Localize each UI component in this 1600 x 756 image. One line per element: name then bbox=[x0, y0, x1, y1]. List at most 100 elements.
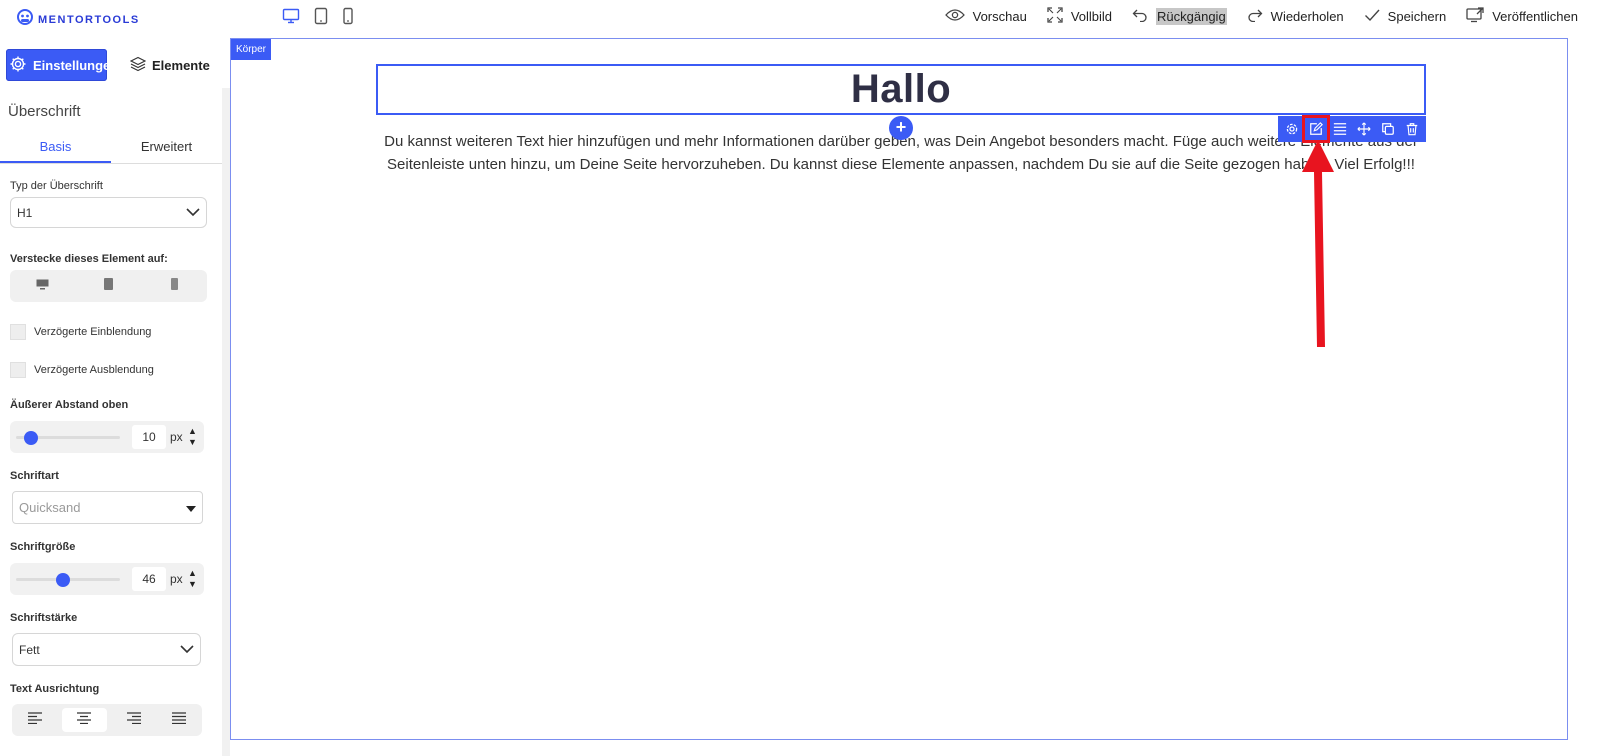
fullscreen-icon bbox=[1047, 7, 1063, 26]
sidebar-scrollbar[interactable] bbox=[222, 88, 230, 756]
align-left-icon bbox=[27, 711, 43, 729]
logo[interactable]: MENTORTOOLS bbox=[16, 8, 140, 31]
mobile-icon bbox=[170, 277, 178, 295]
align-justify-icon bbox=[171, 711, 187, 729]
align-right-button[interactable] bbox=[111, 708, 157, 732]
align-icon[interactable] bbox=[1329, 118, 1351, 140]
settings-label: Einstellungen bbox=[33, 57, 107, 73]
font-size-stepper[interactable]: ▲ ▼ bbox=[188, 568, 197, 590]
tab-basis[interactable]: Basis bbox=[0, 134, 111, 163]
check-icon bbox=[1364, 8, 1380, 25]
logo-icon bbox=[16, 8, 34, 31]
elements-button[interactable]: Elemente bbox=[129, 56, 210, 75]
undo-icon bbox=[1132, 8, 1148, 25]
annotation-arrow bbox=[1302, 140, 1334, 347]
settings-button[interactable]: Einstellungen bbox=[6, 49, 107, 81]
font-size-label: Schriftgröße bbox=[10, 541, 76, 553]
sidebar-tabs: Einstellungen Elemente bbox=[6, 49, 210, 81]
heading-type-value: H1 bbox=[17, 205, 33, 220]
edit-icon[interactable] bbox=[1302, 115, 1330, 143]
hide-device-toggle bbox=[10, 270, 207, 302]
gear-icon[interactable] bbox=[1281, 118, 1303, 140]
publish-icon bbox=[1466, 7, 1484, 26]
device-switcher bbox=[282, 7, 354, 25]
increment-icon: ▲ bbox=[188, 568, 197, 578]
delayed-show-row: Verzögerte Einblendung bbox=[10, 324, 151, 340]
text-align-label: Text Ausrichtung bbox=[10, 683, 100, 695]
preview-button[interactable]: Vorschau bbox=[944, 8, 1027, 25]
font-weight-label: Schriftstärke bbox=[10, 612, 78, 624]
redo-button[interactable]: Wiederholen bbox=[1247, 8, 1344, 25]
redo-label: Wiederholen bbox=[1270, 9, 1344, 24]
panel-title: Überschrift bbox=[8, 103, 81, 120]
publish-button[interactable]: Veröffentlichen bbox=[1466, 7, 1578, 26]
font-select[interactable]: Quicksand bbox=[12, 491, 203, 524]
redo-icon bbox=[1247, 8, 1263, 25]
delayed-hide-row: Verzögerte Ausblendung bbox=[10, 362, 154, 378]
body-tag[interactable]: Körper bbox=[231, 39, 272, 60]
move-icon[interactable] bbox=[1353, 118, 1375, 140]
delayed-show-checkbox[interactable] bbox=[10, 324, 26, 340]
margin-top-stepper[interactable]: ▲ ▼ bbox=[188, 426, 197, 448]
margin-top-slider-handle[interactable] bbox=[24, 431, 38, 445]
mobile-icon[interactable] bbox=[342, 7, 354, 25]
decrement-icon: ▼ bbox=[188, 579, 197, 589]
panel-tabs: Basis Erweitert bbox=[0, 134, 222, 164]
font-size-control: 46 px ▲ ▼ bbox=[10, 563, 204, 595]
hide-desktop-button[interactable] bbox=[10, 274, 76, 298]
delayed-hide-label: Verzögerte Ausblendung bbox=[34, 364, 154, 376]
element-toolbar bbox=[1278, 115, 1426, 143]
margin-top-unit: px bbox=[170, 430, 183, 444]
tablet-icon[interactable] bbox=[314, 7, 328, 25]
hide-tablet-button[interactable] bbox=[76, 274, 142, 298]
save-label: Speichern bbox=[1387, 9, 1447, 24]
font-weight-select[interactable]: Fett bbox=[12, 633, 201, 666]
fullscreen-button[interactable]: Vollbild bbox=[1047, 7, 1112, 26]
hide-element-label: Verstecke dieses Element auf: bbox=[10, 253, 168, 265]
heading-element[interactable]: Hallo bbox=[376, 64, 1426, 115]
desktop-icon bbox=[36, 277, 49, 295]
copy-icon[interactable] bbox=[1377, 118, 1399, 140]
align-right-icon bbox=[126, 711, 142, 729]
fullscreen-label: Vollbild bbox=[1070, 9, 1113, 24]
preview-label: Vorschau bbox=[972, 9, 1027, 24]
font-size-unit: px bbox=[170, 572, 183, 586]
align-justify-button[interactable] bbox=[157, 708, 203, 732]
save-button[interactable]: Speichern bbox=[1364, 8, 1447, 25]
text-align-toggle bbox=[12, 704, 202, 736]
heading-type-select[interactable]: H1 bbox=[10, 197, 207, 228]
top-bar: MENTORTOOLS Vorschau Vollbild Rückgängig… bbox=[0, 0, 1600, 34]
heading-text[interactable]: Hallo bbox=[851, 67, 951, 112]
font-size-input[interactable]: 46 bbox=[132, 567, 166, 591]
eye-icon bbox=[944, 8, 965, 25]
caret-down-icon bbox=[186, 501, 196, 515]
margin-top-label: Äußerer Abstand oben bbox=[10, 399, 129, 411]
decrement-icon: ▼ bbox=[188, 437, 197, 447]
logo-text: MENTORTOOLS bbox=[38, 13, 140, 26]
publish-label: Veröffentlichen bbox=[1492, 9, 1578, 24]
gear-icon bbox=[9, 55, 27, 76]
font-label: Schriftart bbox=[10, 470, 59, 482]
chevron-down-icon bbox=[180, 643, 194, 657]
increment-icon: ▲ bbox=[188, 426, 197, 436]
margin-top-control: 10 px ▲ ▼ bbox=[10, 421, 204, 453]
desktop-icon[interactable] bbox=[282, 7, 300, 25]
font-size-slider-handle[interactable] bbox=[56, 573, 70, 587]
add-element-button[interactable]: + bbox=[889, 116, 913, 140]
undo-label: Rückgängig bbox=[1156, 8, 1227, 25]
tablet-icon bbox=[104, 277, 113, 295]
chevron-down-icon bbox=[186, 206, 200, 220]
tab-advanced[interactable]: Erweitert bbox=[111, 134, 222, 163]
delayed-show-label: Verzögerte Einblendung bbox=[34, 326, 152, 338]
margin-top-input[interactable]: 10 bbox=[132, 425, 166, 449]
align-center-button[interactable] bbox=[61, 708, 107, 732]
trash-icon[interactable] bbox=[1401, 118, 1423, 140]
delayed-hide-checkbox[interactable] bbox=[10, 362, 26, 378]
hide-mobile-button[interactable] bbox=[141, 274, 207, 298]
settings-sidebar: Einstellungen Elemente Überschrift Basis… bbox=[0, 38, 222, 756]
page-canvas[interactable]: Körper Hallo Du kannst weiteren Text hie… bbox=[230, 38, 1568, 740]
undo-button[interactable]: Rückgängig bbox=[1132, 8, 1227, 25]
align-left-button[interactable] bbox=[12, 708, 58, 732]
elements-label: Elemente bbox=[152, 57, 210, 73]
layers-icon bbox=[129, 56, 147, 75]
